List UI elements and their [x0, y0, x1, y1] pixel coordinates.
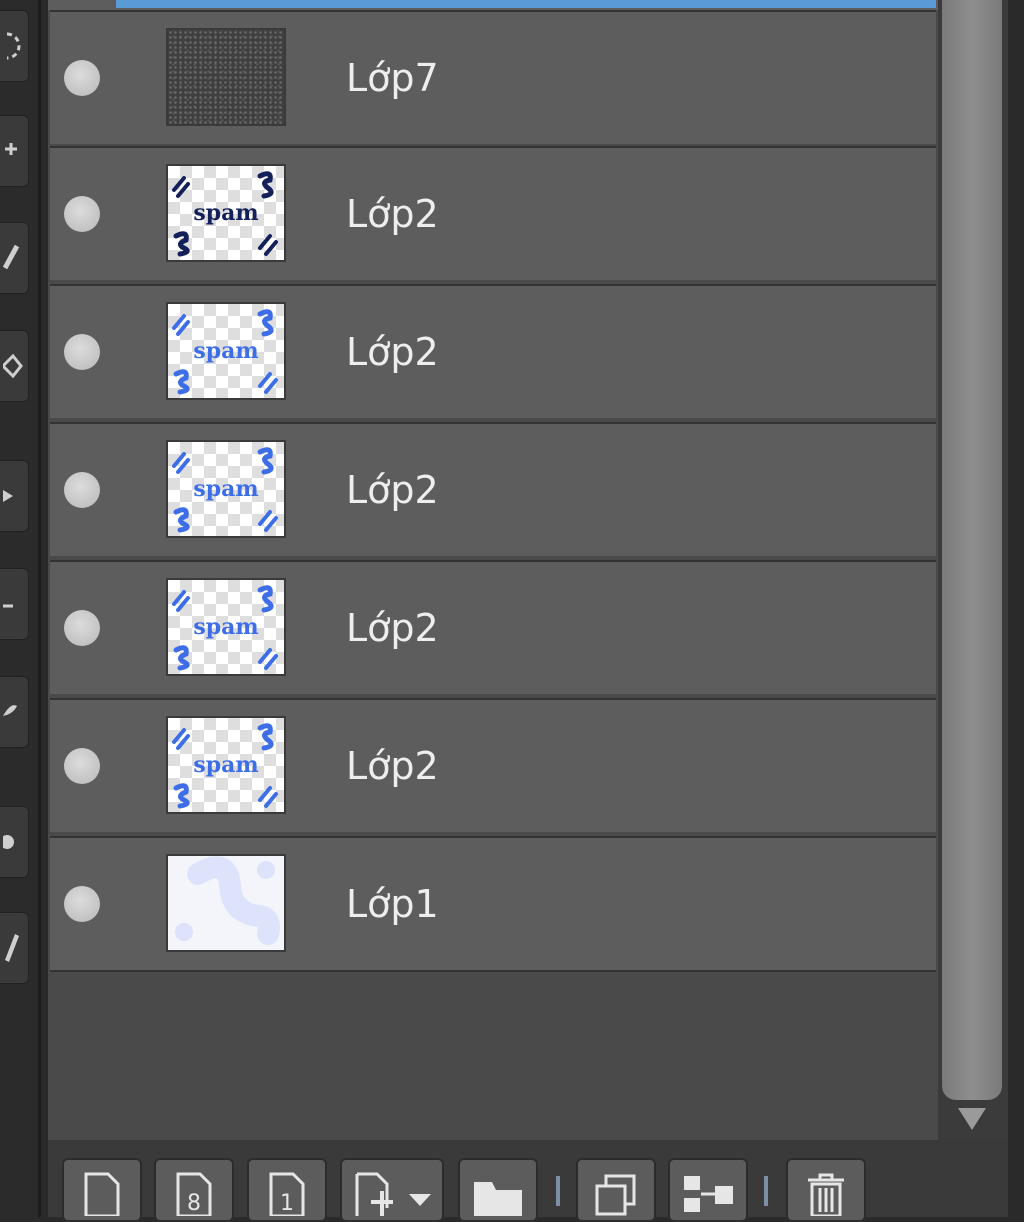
new-1bit-layer-button[interactable]: 1: [247, 1158, 327, 1222]
line-tool-button[interactable]: [0, 568, 29, 640]
new-8bit-layer-icon: 8: [176, 1172, 212, 1216]
scrollbar-thumb[interactable]: [942, 0, 1002, 1100]
merge-down-icon: [684, 1176, 733, 1212]
new-raster-layer-button[interactable]: [62, 1158, 142, 1222]
lasso-icon: [6, 32, 21, 60]
vertical-scrollbar[interactable]: [938, 0, 1008, 1140]
layer-toolbar: 8 1: [48, 1140, 1008, 1222]
visibility-toggle[interactable]: [64, 196, 100, 232]
layer-name: Lớp2: [346, 468, 439, 512]
layer-thumbnail: spam: [166, 440, 286, 538]
new-folder-icon: [474, 1182, 522, 1216]
sticker-text: spam: [193, 752, 258, 778]
shape-icon: [3, 835, 14, 849]
layer-thumbnail: spam: [166, 716, 286, 814]
sticker-text: spam: [193, 476, 258, 502]
selected-layer-row[interactable]: [48, 0, 938, 10]
layer-row[interactable]: spam Lớp2: [50, 698, 936, 832]
line-icon: [3, 604, 13, 608]
ruler-icon: [5, 934, 19, 962]
layer-row[interactable]: Lớp1: [50, 836, 936, 972]
layer-name: Lớp7: [346, 56, 439, 100]
sticker-text: spam: [193, 338, 258, 364]
tool-strip: [0, 0, 41, 1217]
svg-text:1: 1: [280, 1191, 294, 1216]
visibility-toggle[interactable]: [64, 472, 100, 508]
sticker-artwork: spam: [172, 309, 278, 395]
shape-tool-button[interactable]: [0, 806, 29, 878]
visibility-toggle[interactable]: [64, 60, 100, 96]
brush-icon: [3, 705, 17, 716]
toolbar-divider: [556, 1176, 560, 1206]
duplicate-layer-icon: [595, 1174, 636, 1216]
layer-name: Lớp2: [346, 744, 439, 788]
sticker-artwork: spam: [172, 171, 278, 257]
layer-list: Lớp7 spam Lớp2 spam Lớp2 spam Lớp2 spam …: [48, 0, 938, 1140]
brush-tool-button[interactable]: [0, 676, 29, 748]
layer-name: Lớp2: [346, 192, 439, 236]
magic-wand-tool-button[interactable]: [0, 115, 29, 187]
new-8bit-layer-button[interactable]: 8: [154, 1158, 234, 1222]
sticker-text: spam: [193, 200, 258, 226]
sticker-artwork: spam: [172, 447, 278, 533]
layer-row[interactable]: spam Lớp2: [50, 284, 936, 418]
fill-icon: [3, 490, 13, 502]
layer-name: Lớp2: [346, 330, 439, 374]
layer-thumbnail: spam: [166, 578, 286, 676]
layer-name: Lớp1: [346, 882, 439, 926]
visibility-toggle[interactable]: [64, 886, 100, 922]
merge-down-button[interactable]: [668, 1158, 748, 1222]
eraser-icon: [3, 353, 23, 379]
layer-row[interactable]: spam Lớp2: [50, 146, 936, 280]
selection-highlight: [116, 0, 936, 8]
layer-thumbnail: [166, 28, 286, 126]
trash-icon: [808, 1173, 844, 1216]
layer-row[interactable]: spam Lớp2: [50, 560, 936, 694]
sticker-artwork: spam: [172, 723, 278, 809]
new-1bit-layer-icon: 1: [269, 1172, 305, 1216]
lasso-tool-button[interactable]: [0, 10, 29, 82]
layer-row[interactable]: Lớp7: [50, 10, 936, 144]
visibility-toggle[interactable]: [64, 610, 100, 646]
layer-row[interactable]: spam Lớp2: [50, 422, 936, 556]
visibility-toggle[interactable]: [64, 334, 100, 370]
sticker-text: spam: [193, 614, 258, 640]
sticker-artwork: spam: [172, 585, 278, 671]
toolbar-divider: [764, 1176, 768, 1206]
new-layer-menu-button[interactable]: [340, 1158, 444, 1222]
visibility-toggle[interactable]: [64, 748, 100, 784]
squiggle-shape: [175, 856, 280, 945]
pen-tool-button[interactable]: [0, 222, 29, 294]
pen-icon: [3, 244, 20, 270]
layer-thumbnail: [166, 854, 286, 952]
new-folder-button[interactable]: [458, 1158, 538, 1222]
duplicate-layer-button[interactable]: [576, 1158, 656, 1222]
svg-text:8: 8: [187, 1191, 201, 1216]
delete-layer-button[interactable]: [786, 1158, 866, 1222]
scroll-down-arrow-icon[interactable]: [958, 1108, 986, 1130]
new-layer-dropdown-icon: [355, 1172, 431, 1216]
new-raster-layer-icon: [84, 1172, 120, 1216]
layer-thumbnail: spam: [166, 164, 286, 262]
fill-tool-button[interactable]: [0, 460, 29, 532]
tool-strip-divider: [38, 0, 41, 1217]
sparkle-icon: [5, 143, 17, 155]
text-tool-button[interactable]: [0, 912, 29, 984]
layer-thumbnail: spam: [166, 302, 286, 400]
layer-name: Lớp2: [346, 606, 439, 650]
eraser-tool-button[interactable]: [0, 330, 29, 402]
